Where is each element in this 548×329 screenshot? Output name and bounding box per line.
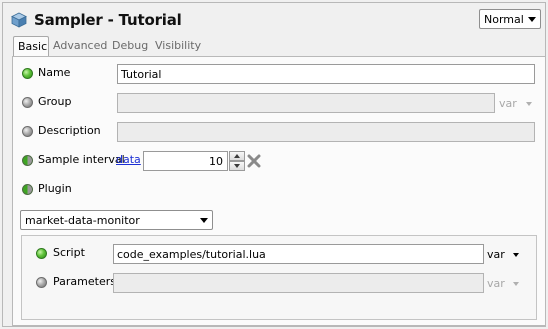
- mode-select[interactable]: Normal: [479, 9, 541, 29]
- sample-interval-stepper[interactable]: [229, 151, 245, 171]
- plugin-label: Plugin: [38, 182, 72, 195]
- group-field: [117, 93, 495, 113]
- decrement-arrow-icon[interactable]: [229, 161, 245, 171]
- script-var-label[interactable]: var: [487, 248, 505, 261]
- chevron-down-icon: [513, 282, 519, 286]
- parameters-label: Parameters: [53, 275, 116, 288]
- cube-icon: [11, 12, 27, 28]
- chevron-down-icon: [200, 218, 208, 223]
- plugin-parameters-group: Script code_examples/tutorial.lua var Pa…: [21, 235, 537, 320]
- sample-interval-data-link[interactable]: data: [116, 153, 141, 166]
- tab-debug[interactable]: Debug: [108, 36, 152, 56]
- tab-advanced[interactable]: Advanced: [49, 36, 111, 56]
- description-status-icon: [22, 126, 33, 137]
- chevron-down-icon: [526, 102, 532, 106]
- sample-interval-label: Sample interval: [38, 153, 125, 166]
- clear-icon[interactable]: [247, 154, 261, 168]
- chevron-down-icon[interactable]: [513, 253, 519, 257]
- parameters-var-label: var: [487, 277, 505, 290]
- tab-visibility[interactable]: Visibility: [151, 36, 205, 56]
- plugin-status-icon: [22, 184, 33, 195]
- increment-arrow-icon[interactable]: [229, 151, 245, 161]
- tab-basic[interactable]: Basic: [13, 36, 49, 57]
- window-title: Sampler - Tutorial: [34, 11, 182, 29]
- description-field: [117, 122, 535, 142]
- basic-tab-panel: Name Tutorial Group var Description Samp…: [12, 56, 546, 326]
- script-status-icon: [36, 248, 47, 259]
- script-label: Script: [53, 246, 85, 259]
- group-label: Group: [38, 95, 72, 108]
- group-status-icon: [22, 97, 33, 108]
- chevron-down-icon: [528, 17, 536, 22]
- parameters-status-icon: [36, 277, 47, 288]
- sample-interval-input[interactable]: 10: [143, 151, 228, 171]
- sampler-window: Sampler - Tutorial Normal Basic Advanced…: [2, 2, 546, 327]
- plugin-select-value: market-data-monitor: [25, 214, 140, 227]
- mode-select-value: Normal: [484, 13, 524, 26]
- group-var-label: var: [499, 97, 517, 110]
- sample-interval-status-icon: [22, 155, 33, 166]
- description-label: Description: [38, 124, 101, 137]
- script-field[interactable]: code_examples/tutorial.lua: [113, 244, 484, 264]
- plugin-select[interactable]: market-data-monitor: [20, 210, 213, 230]
- name-field[interactable]: Tutorial: [117, 64, 535, 84]
- name-label: Name: [38, 66, 71, 79]
- parameters-field: [113, 273, 484, 293]
- name-status-icon: [22, 68, 33, 79]
